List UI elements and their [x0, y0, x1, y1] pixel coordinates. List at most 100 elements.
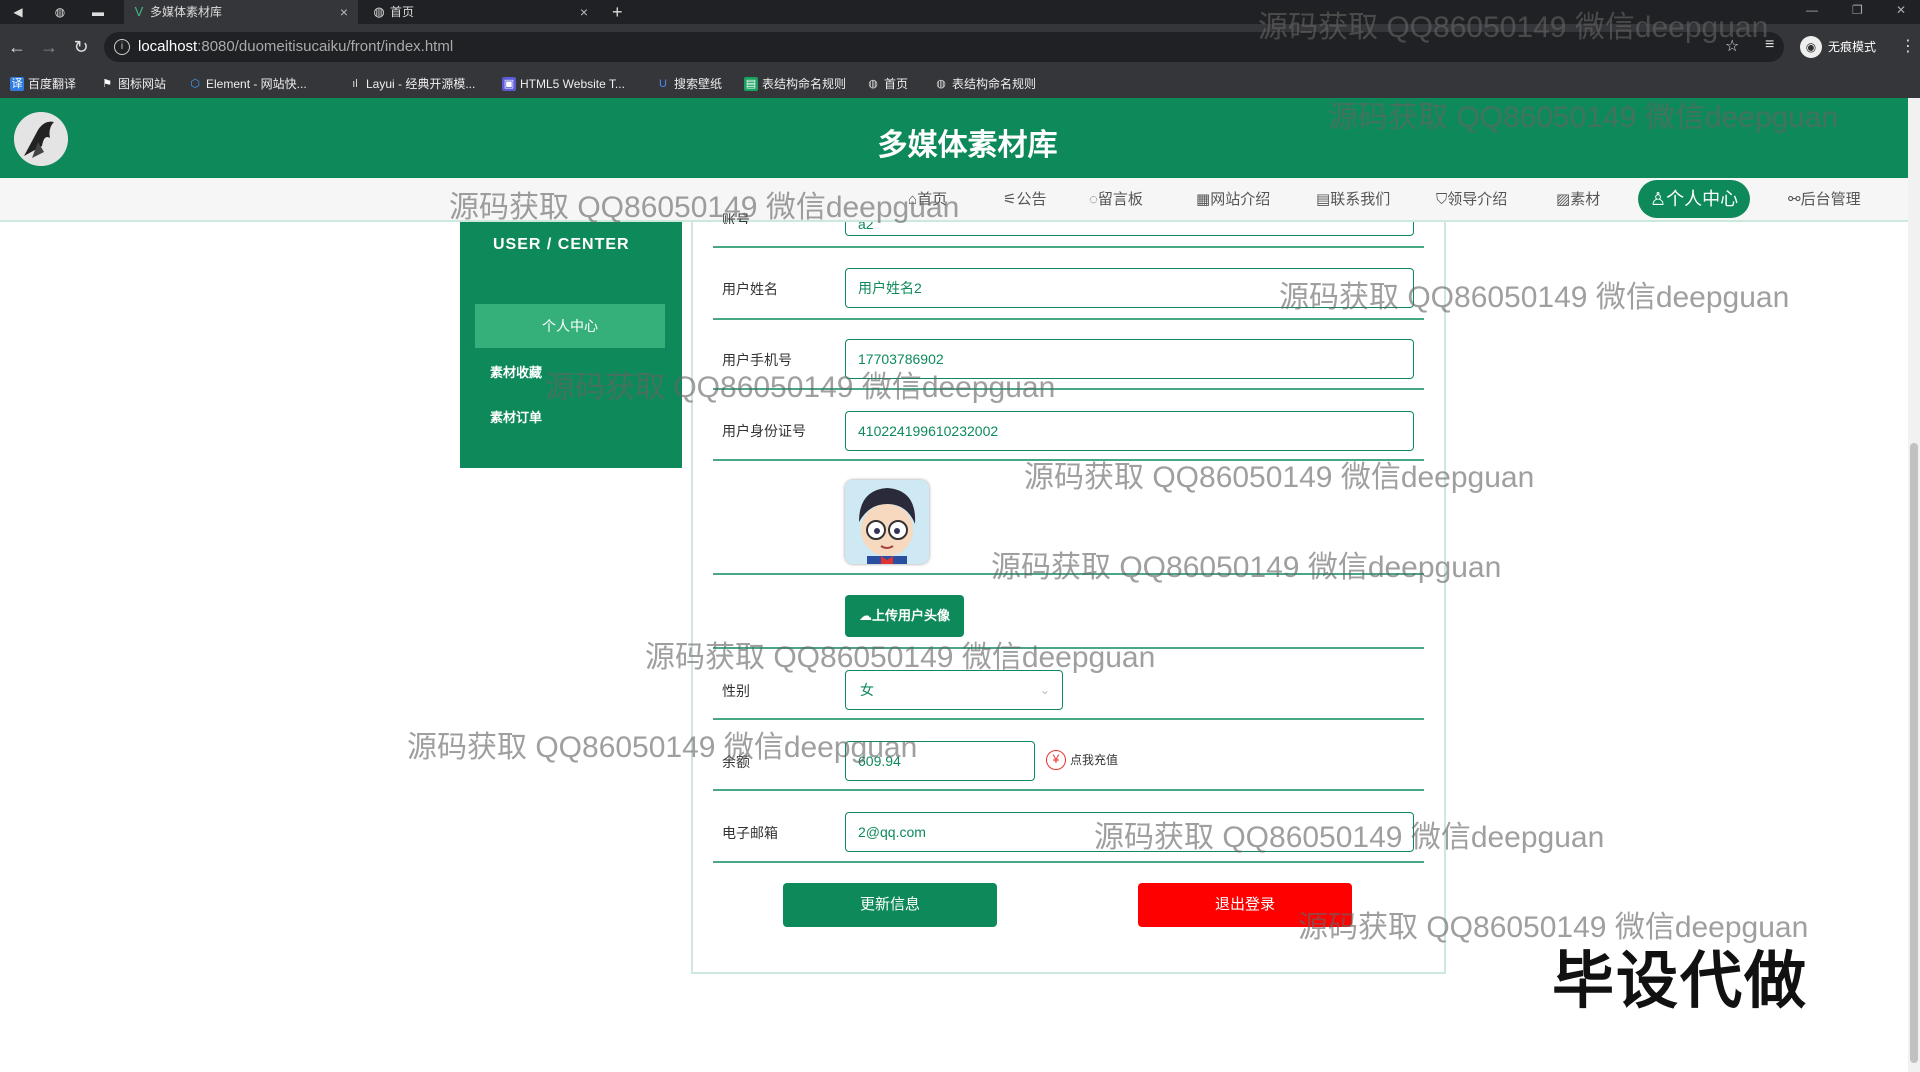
tab-home[interactable]: ◍ 首页 ×	[364, 0, 598, 24]
close-icon[interactable]: ×	[340, 0, 348, 24]
phone-label: 用户手机号	[722, 352, 792, 368]
avatar-cartoon-image	[845, 480, 929, 564]
url-host: localhost	[138, 38, 198, 55]
page-scrollbar[interactable]	[1908, 98, 1920, 1072]
phone-input[interactable]: 17703786902	[845, 339, 1414, 379]
globe-icon: ◍	[936, 78, 946, 90]
incognito-icon: ◉	[1800, 36, 1822, 58]
account-field[interactable]: a2	[845, 222, 1414, 236]
tab-title: 首页	[390, 5, 415, 19]
link-icon: ⚯	[1788, 191, 1801, 208]
bookmark-label: 图标网站	[118, 77, 167, 91]
yen-icon: ¥	[1046, 750, 1066, 770]
restore-icon[interactable]: ❐	[1852, 0, 1863, 20]
row-divider	[713, 718, 1424, 720]
wallpaper-icon: U	[659, 78, 667, 90]
row-divider	[713, 573, 1424, 575]
tab-multimedia-library[interactable]: V 多媒体素材库 ×	[124, 0, 358, 24]
logout-button[interactable]: 退出登录	[1138, 883, 1352, 927]
url-path: :8080/duomeitisucaiku/front/index.html	[197, 38, 454, 55]
bookmark-label: 百度翻译	[28, 77, 77, 91]
avatar[interactable]	[845, 480, 929, 564]
update-info-button[interactable]: 更新信息	[783, 883, 997, 927]
element-logo-icon: ⬡	[190, 78, 200, 90]
tab-audio-icon[interactable]: ◀	[8, 3, 28, 21]
name-input[interactable]: 用户姓名2	[845, 268, 1414, 308]
back-icon[interactable]: ←	[6, 36, 28, 58]
minimize-icon[interactable]: —	[1806, 0, 1818, 20]
recharge-link[interactable]: ¥ 点我充值	[1046, 750, 1118, 770]
row-divider	[713, 789, 1424, 791]
nav-announcement[interactable]: ⚟公告	[1003, 190, 1046, 210]
row-divider	[713, 246, 1424, 248]
account-label: 账号	[722, 212, 750, 224]
bookmark-item[interactable]: 译百度翻译	[10, 76, 76, 92]
incognito-label: 无痕模式	[1828, 40, 1877, 54]
upload-label: 上传用户头像	[871, 608, 950, 623]
window-icon[interactable]: ▬	[88, 3, 108, 21]
gender-label: 性别	[722, 683, 750, 699]
chat-icon: ◌	[1089, 191, 1098, 208]
nav-personal-center[interactable]: ♙个人中心	[1638, 180, 1751, 218]
address-bar[interactable]: i localhost:8080/duomeitisucaiku/front/i…	[104, 32, 1784, 62]
bookmark-item[interactable]: ◍ 首页	[866, 76, 908, 92]
nav-label: 网站介绍	[1210, 191, 1271, 208]
bookmark-label: 首页	[884, 77, 909, 91]
globe-icon: ◍	[373, 4, 385, 19]
flag-icon: ⚑	[102, 78, 112, 90]
nav-site-intro[interactable]: ▦网站介绍	[1196, 190, 1270, 210]
vue-logo-icon: V	[134, 4, 144, 19]
nav-label: 后台管理	[1800, 191, 1861, 208]
bookmark-item[interactable]: ıl Layui - 经典开源模...	[348, 76, 475, 92]
gender-value: 女	[860, 682, 874, 698]
nav-contact-us[interactable]: ▤联系我们	[1316, 190, 1390, 210]
globe-icon[interactable]: ◍	[50, 3, 70, 21]
sidebar-item-orders[interactable]: 素材订单	[490, 407, 542, 426]
email-label: 电子邮箱	[722, 825, 778, 841]
sidebar-item-favorites[interactable]: 素材收藏	[490, 362, 542, 381]
close-icon[interactable]: ×	[580, 0, 588, 24]
forward-icon[interactable]: →	[38, 36, 60, 58]
incognito-indicator[interactable]: ◉ 无痕模式	[1800, 34, 1876, 60]
bookmark-item[interactable]: ◍ 表结构命名规则	[934, 76, 1036, 92]
bookmark-item[interactable]: ⚑ 图标网站	[100, 76, 166, 92]
translate-icon: 译	[10, 77, 24, 91]
name-label: 用户姓名	[722, 281, 778, 297]
contact-card-icon: ▤	[1316, 191, 1331, 208]
nav-home[interactable]: ⌂首页	[908, 190, 947, 210]
nav-leader-intro[interactable]: ⛉领导介绍	[1436, 190, 1507, 210]
id-number-input[interactable]: 410224199610232002	[845, 411, 1414, 451]
nav-message-board[interactable]: ◌留言板	[1089, 190, 1143, 210]
bookmark-item[interactable]: ▤ 表结构命名规则	[744, 76, 846, 92]
menu-kebab-icon[interactable]: ⋮	[1900, 36, 1916, 56]
reading-list-icon[interactable]: ≡	[1765, 36, 1774, 54]
row-divider	[713, 459, 1424, 461]
nav-admin[interactable]: ⚯后台管理	[1788, 190, 1861, 210]
bookmark-item[interactable]: ⬡ Element - 网站快...	[188, 76, 307, 92]
bookmark-star-icon[interactable]: ☆	[1725, 36, 1739, 56]
nav-material[interactable]: ▨素材	[1556, 190, 1600, 210]
row-divider	[713, 647, 1424, 649]
layui-logo-icon: ıl	[352, 78, 358, 90]
scrollbar-thumb[interactable]	[1910, 443, 1918, 1063]
email-input[interactable]: 2@qq.com	[845, 812, 1414, 852]
tab-title: 多媒体素材库	[150, 5, 223, 19]
bookmarks-bar: 译百度翻译 ⚑ 图标网站 ⬡ Element - 网站快... ıl Layui - …	[0, 70, 1920, 98]
grid-icon: ▦	[1196, 191, 1211, 208]
user-icon: ♙	[1650, 189, 1667, 209]
recharge-label: 点我充值	[1070, 753, 1119, 767]
bookmark-item[interactable]: ▣ HTML5 Website T...	[502, 76, 625, 92]
gender-select[interactable]: 女 ⌄	[845, 670, 1063, 710]
nav-label: 公告	[1016, 191, 1047, 208]
url-text[interactable]: localhost:8080/duomeitisucaiku/front/ind…	[138, 38, 453, 55]
new-tab-button[interactable]: +	[612, 0, 623, 24]
upload-avatar-button[interactable]: ☁上传用户头像	[845, 595, 964, 637]
bookmark-item[interactable]: U 搜索壁纸	[656, 76, 722, 92]
reload-icon[interactable]: ↻	[70, 36, 92, 58]
balance-input: 609.94	[845, 741, 1035, 781]
info-icon[interactable]: i	[114, 39, 130, 55]
site-title: 多媒体素材库	[877, 129, 1058, 162]
row-divider	[713, 388, 1424, 390]
sidebar-item-personal-center[interactable]: 个人中心	[475, 304, 665, 348]
close-window-icon[interactable]: ✕	[1896, 0, 1906, 20]
